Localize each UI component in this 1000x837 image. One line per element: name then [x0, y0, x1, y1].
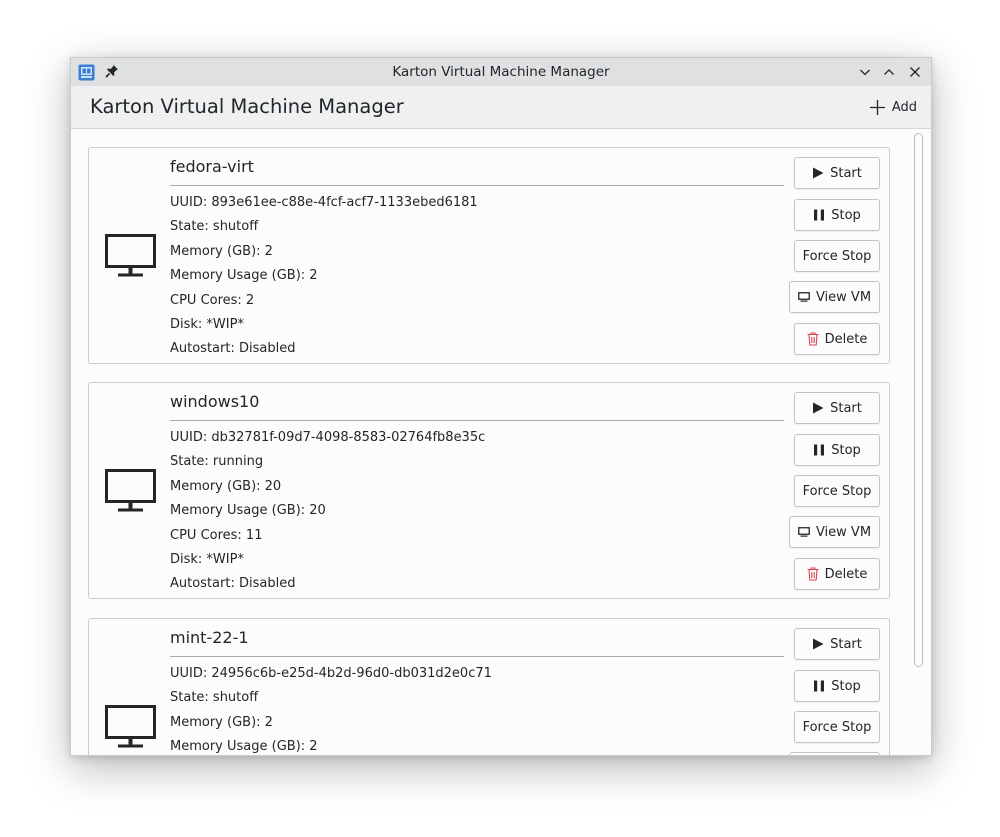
add-button-label: Add [891, 99, 917, 115]
stop-label: Stop [831, 207, 861, 223]
start-button[interactable]: Start [794, 628, 880, 660]
stop-label: Stop [831, 442, 861, 458]
page-header: Karton Virtual Machine Manager Add [71, 86, 931, 129]
vm-uuid: UUID: 893e61ee-c88e-4fcf-acf7-1133ebed61… [170, 195, 478, 210]
stop-label: Stop [831, 678, 861, 694]
force-stop-label: Force Stop [802, 248, 872, 264]
vm-state: State: running [170, 454, 264, 470]
close-icon[interactable] [907, 64, 923, 80]
stop-button[interactable]: Stop [794, 434, 880, 466]
force-stop-button[interactable]: Force Stop [794, 475, 880, 507]
play-icon [813, 638, 824, 650]
maximize-icon[interactable] [881, 64, 897, 80]
vm-card: windows10 UUID: db32781f-09d7-4098-8583-… [88, 382, 890, 599]
delete-label: Delete [824, 566, 868, 582]
vm-memory: Memory (GB): 2 [170, 714, 273, 730]
pause-icon [814, 680, 825, 692]
trash-icon [807, 567, 819, 581]
vm-cpu-cores: CPU Cores: 11 [170, 527, 263, 543]
monitor-icon [105, 469, 156, 512]
window-title: Karton Virtual Machine Manager [392, 64, 610, 80]
divider [170, 420, 784, 421]
play-icon [813, 402, 824, 414]
pause-icon [814, 209, 825, 221]
vm-memory-usage: Memory Usage (GB): 2 [170, 268, 318, 284]
view-vm-button[interactable]: View VM [789, 516, 880, 548]
vm-name: windows10 [170, 392, 260, 411]
vm-disk: Disk: *WIP* [170, 317, 244, 333]
screen-icon [798, 527, 810, 537]
view-vm-label: View VM [815, 289, 872, 305]
divider [170, 185, 784, 186]
vm-autostart: Autostart: Disabled [170, 576, 296, 592]
force-stop-button[interactable]: Force Stop [794, 711, 880, 743]
force-stop-label: Force Stop [802, 719, 872, 735]
play-icon [813, 167, 824, 179]
vm-disk: Disk: *WIP* [170, 552, 244, 568]
vm-uuid: UUID: db32781f-09d7-4098-8583-02764fb8e3… [170, 430, 486, 445]
minimize-icon[interactable] [857, 64, 873, 80]
vm-list: fedora-virt UUID: 893e61ee-c88e-4fcf-acf… [71, 129, 931, 755]
scrollbar[interactable] [914, 133, 923, 667]
start-label: Start [830, 400, 862, 416]
view-vm-label: View VM [815, 524, 872, 540]
force-stop-label: Force Stop [802, 483, 872, 499]
titlebar[interactable]: Karton Virtual Machine Manager [71, 58, 931, 86]
delete-button[interactable]: Delete [794, 558, 880, 590]
view-vm-button[interactable]: View VM [789, 281, 880, 313]
plus-icon [869, 99, 885, 115]
screen-icon [798, 292, 810, 302]
start-label: Start [830, 165, 862, 181]
trash-icon [807, 332, 819, 346]
app-window: Karton Virtual Machine Manager Karton Vi… [70, 57, 932, 756]
vm-state: State: shutoff [170, 219, 259, 235]
page-title: Karton Virtual Machine Manager [90, 95, 404, 118]
vm-details: UUID: 24956c6b-e25d-4b2d-96d0-db031d2e0c… [170, 662, 492, 755]
monitor-icon [105, 234, 156, 277]
stop-button[interactable]: Stop [794, 199, 880, 231]
vm-memory-usage: Memory Usage (GB): 2 [170, 739, 318, 755]
add-button[interactable]: Add [869, 95, 917, 119]
vm-memory: Memory (GB): 2 [170, 243, 273, 259]
vm-card: mint-22-1 UUID: 24956c6b-e25d-4b2d-96d0-… [88, 618, 890, 755]
vm-memory-usage: Memory Usage (GB): 20 [170, 503, 326, 519]
vm-card: fedora-virt UUID: 893e61ee-c88e-4fcf-acf… [88, 147, 890, 364]
pause-icon [814, 444, 825, 456]
vm-details: UUID: 893e61ee-c88e-4fcf-acf7-1133ebed61… [170, 191, 478, 362]
vm-name: fedora-virt [170, 157, 254, 176]
start-button[interactable]: Start [794, 157, 880, 189]
vm-details: UUID: db32781f-09d7-4098-8583-02764fb8e3… [170, 426, 485, 597]
vm-uuid: UUID: 24956c6b-e25d-4b2d-96d0-db031d2e0c… [170, 666, 492, 681]
start-label: Start [830, 636, 862, 652]
delete-label: Delete [824, 331, 868, 347]
vm-autostart: Autostart: Disabled [170, 341, 296, 357]
monitor-icon [105, 705, 156, 748]
vm-memory: Memory (GB): 20 [170, 478, 282, 494]
delete-button[interactable]: Delete [794, 323, 880, 355]
vm-name: mint-22-1 [170, 628, 249, 647]
force-stop-button[interactable]: Force Stop [794, 240, 880, 272]
view-vm-button[interactable]: View VM [789, 752, 880, 755]
vm-cpu-cores: CPU Cores: 2 [170, 292, 255, 308]
start-button[interactable]: Start [794, 392, 880, 424]
vm-state: State: shutoff [170, 690, 259, 706]
divider [170, 656, 784, 657]
stop-button[interactable]: Stop [794, 670, 880, 702]
